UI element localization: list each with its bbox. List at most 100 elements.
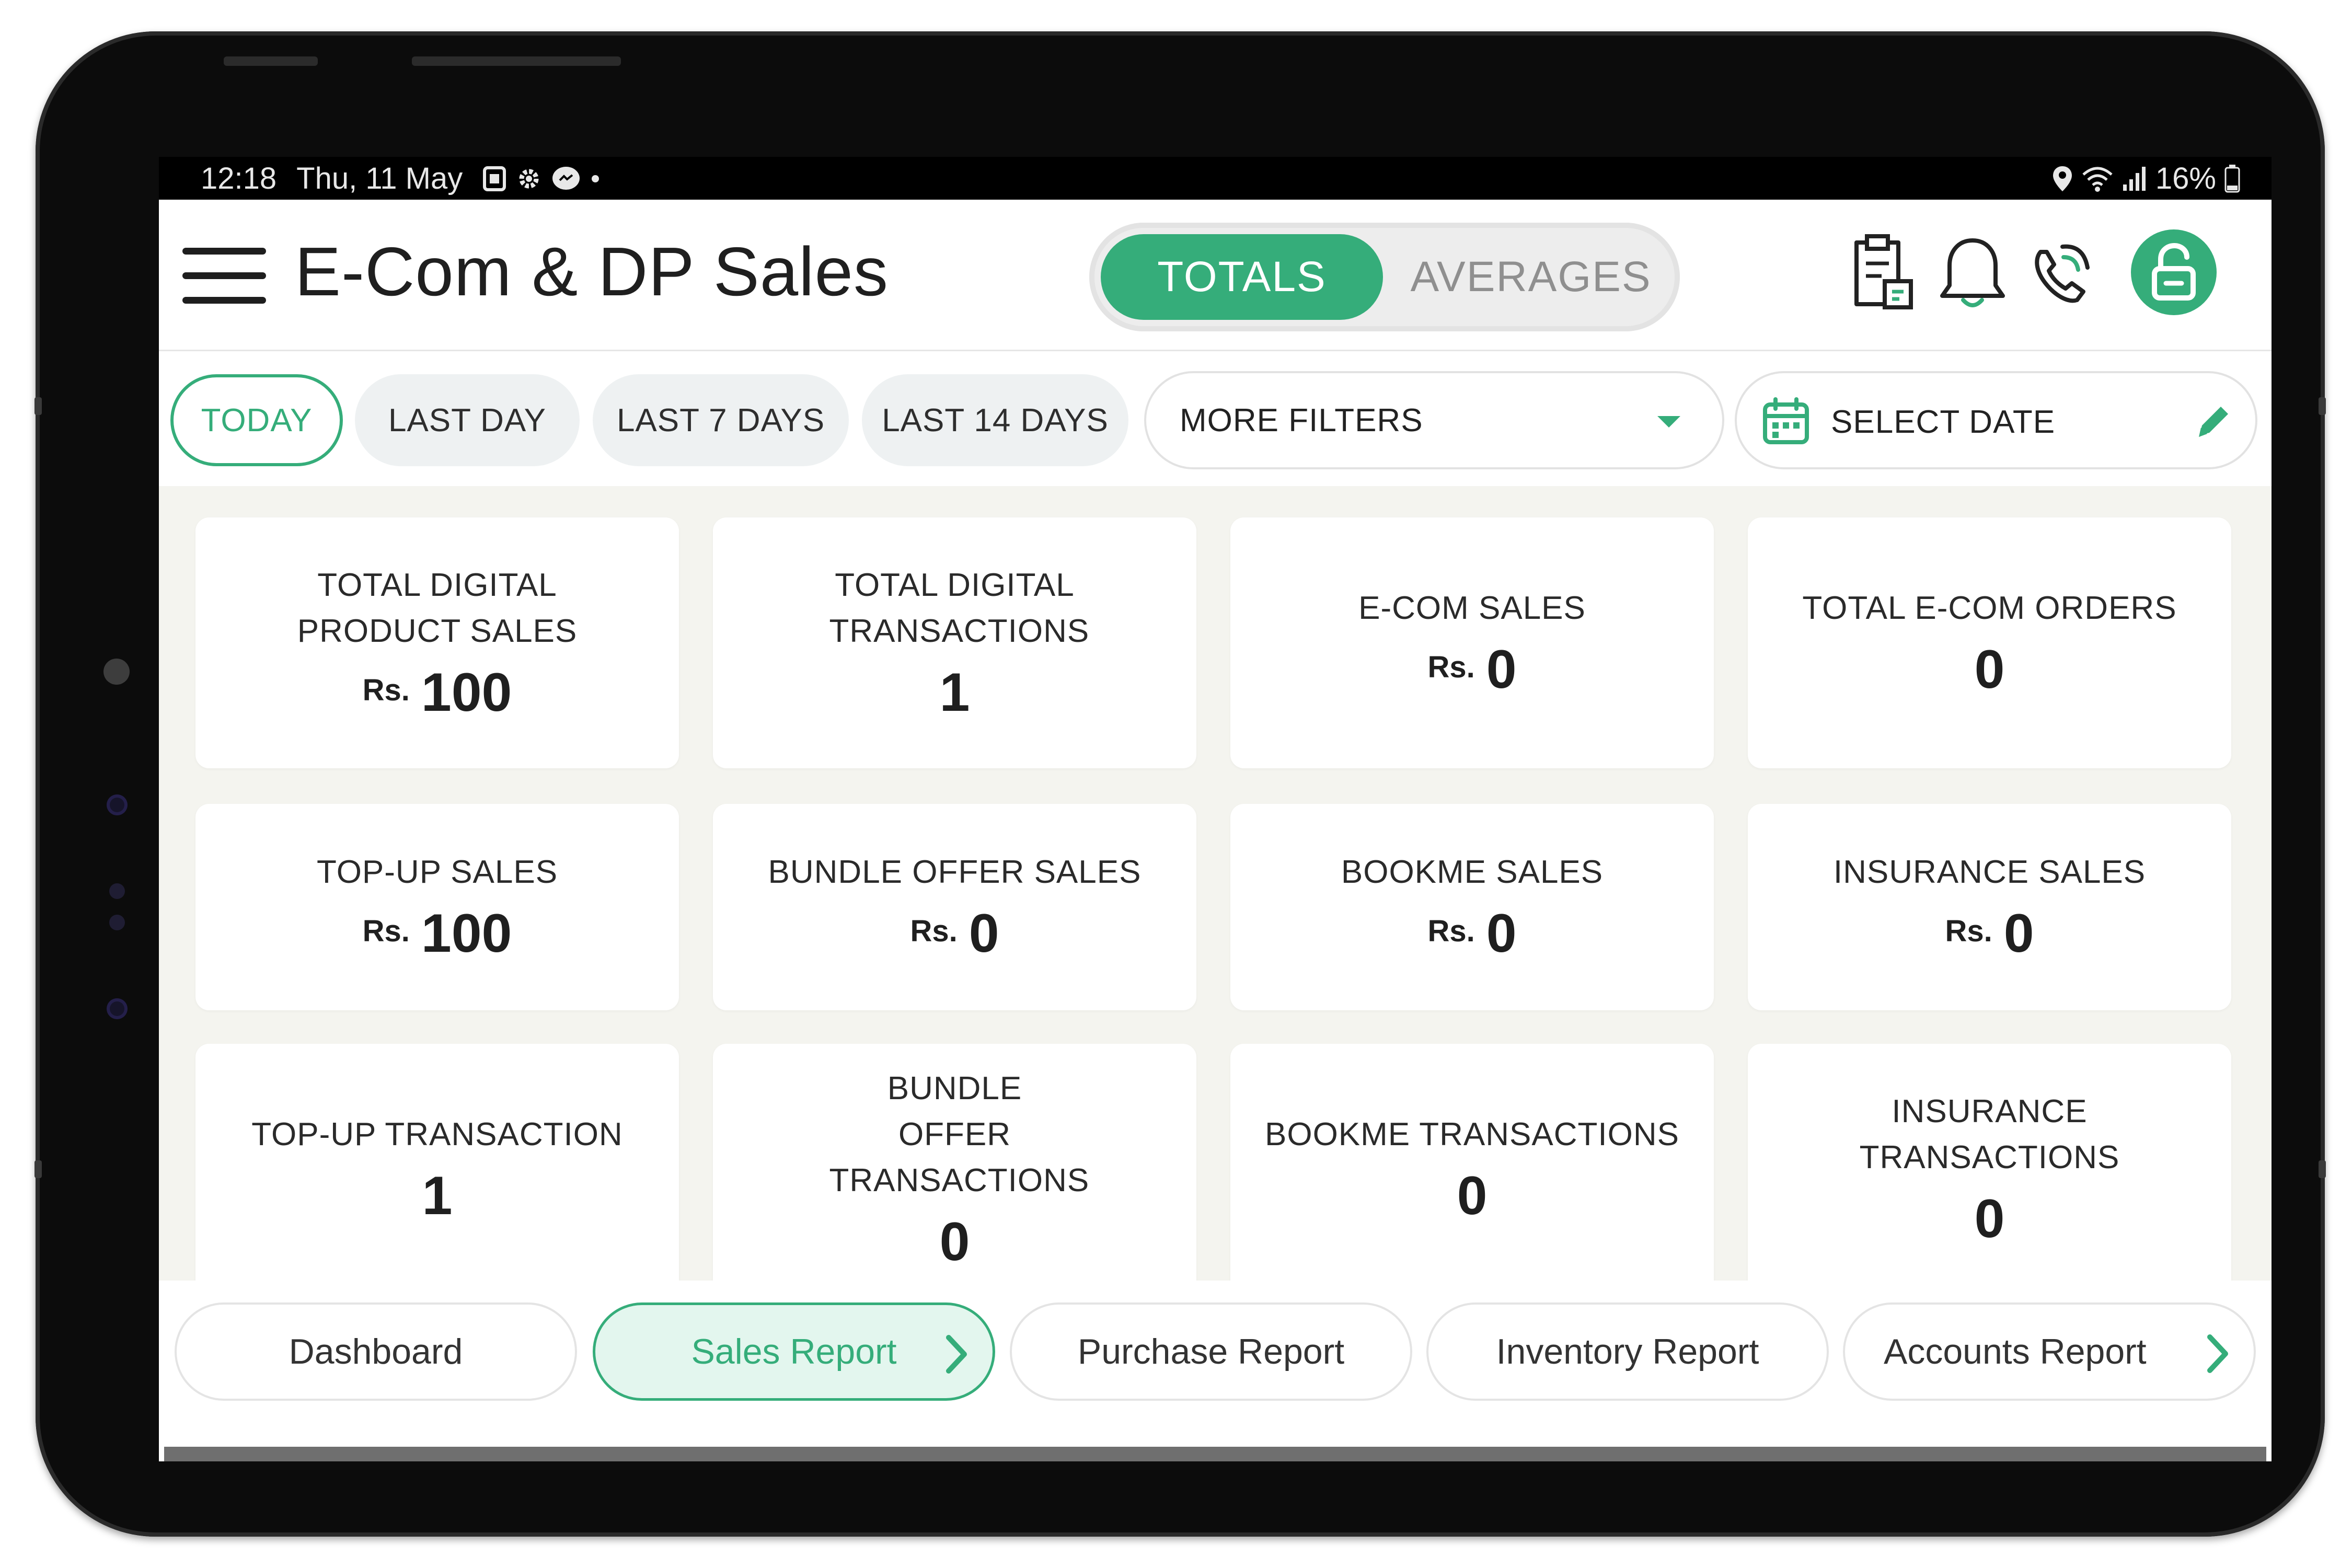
nav-inventory-report[interactable]: Inventory Report: [1426, 1302, 1829, 1401]
bottom-bar: [164, 1447, 2266, 1461]
hardware-button: [224, 56, 318, 66]
card-currency: Rs.: [1427, 650, 1475, 684]
side-notch: [2319, 397, 2326, 415]
nav-label: Inventory Report: [1496, 1332, 1759, 1371]
nav-accounts-report[interactable]: Accounts Report: [1843, 1302, 2256, 1401]
card-title: BOOKME TRANSACTIONS: [1265, 1116, 1679, 1152]
card-title: TOP-UP TRANSACTION: [251, 1116, 623, 1152]
toggle-averages[interactable]: AVERAGES: [1392, 234, 1669, 320]
card-currency: Rs.: [1945, 914, 1992, 948]
card-title: INSURANCE TRANSACTIONS: [1859, 1093, 2120, 1175]
card-currency: Rs.: [362, 673, 410, 707]
messenger-icon: [552, 166, 580, 190]
nav-label: Sales Report: [691, 1332, 897, 1371]
card-bookme-transactions[interactable]: BOOKME TRANSACTIONS 0: [1230, 1044, 1714, 1295]
wifi-icon: [2082, 167, 2113, 192]
calendar-icon: [1763, 397, 1809, 444]
card-insurance-sales[interactable]: INSURANCE SALES Rs. 0: [1748, 804, 2231, 1010]
chevron-right-icon[interactable]: [2199, 1332, 2236, 1376]
tablet-frame: 12:18 Thu, 11 May 16% E-Com & DP Sales T…: [34, 31, 2326, 1537]
card-value: 0: [939, 1211, 970, 1272]
pencil-icon[interactable]: [2193, 400, 2234, 442]
filter-last-day[interactable]: LAST DAY: [355, 374, 580, 466]
signal-icon: [2123, 166, 2146, 191]
camera-lens: [103, 659, 130, 685]
card-title: BUNDLE OFFER SALES: [768, 854, 1142, 890]
card-title: BUNDLE OFFER TRANSACTIONS: [829, 1070, 1090, 1198]
sensor: [107, 794, 128, 815]
hardware-button: [412, 56, 621, 66]
sensor: [109, 883, 125, 899]
card-value: 0: [1457, 1165, 1488, 1226]
metrics-grid: TOTAL DIGITAL PRODUCT SALES Rs. 100 TOTAL…: [159, 486, 2272, 1295]
side-notch: [34, 1160, 42, 1178]
location-icon: [2053, 166, 2072, 191]
bottom-nav: Dashboard Sales Report Purchase Report I…: [159, 1281, 2272, 1422]
card-bundle-offer-transactions[interactable]: BUNDLE OFFER TRANSACTIONS 0: [713, 1044, 1196, 1295]
caret-down-icon: [1657, 416, 1680, 428]
app-screen: 12:18 Thu, 11 May 16% E-Com & DP Sales T…: [159, 157, 2272, 1461]
menu-icon[interactable]: [182, 245, 269, 307]
card-total-e-com-orders[interactable]: TOTAL E-COM ORDERS 0: [1748, 517, 2231, 768]
card-title: TOP-UP SALES: [316, 854, 558, 890]
nav-purchase-report[interactable]: Purchase Report: [1010, 1302, 1412, 1401]
more-filters-dropdown[interactable]: MORE FILTERS: [1144, 371, 1724, 469]
card-currency: Rs.: [1427, 914, 1475, 948]
card-total-digital-product-sales[interactable]: TOTAL DIGITAL PRODUCT SALES Rs. 100: [195, 517, 679, 768]
card-title: TOTAL DIGITAL PRODUCT SALES: [297, 567, 578, 649]
card-title: BOOKME SALES: [1341, 854, 1604, 890]
status-date: Thu, 11 May: [296, 162, 463, 195]
card-value: 100: [421, 662, 512, 723]
chevron-right-icon: [946, 1335, 967, 1374]
card-title: INSURANCE SALES: [1833, 854, 2146, 890]
select-date-label: SELECT DATE: [1831, 404, 2056, 440]
card-value: 1: [939, 662, 970, 723]
side-notch: [34, 397, 42, 415]
status-bar: 12:18 Thu, 11 May 16%: [159, 157, 2272, 200]
unlock-icon[interactable]: [2129, 228, 2218, 317]
card-title: TOTAL DIGITAL TRANSACTIONS: [829, 567, 1090, 649]
card-currency: Rs.: [362, 914, 410, 948]
sensor: [107, 998, 128, 1019]
card-title: TOTAL E-COM ORDERS: [1802, 590, 2177, 626]
side-notch: [2319, 1160, 2326, 1178]
card-bundle-offer-sales[interactable]: BUNDLE OFFER SALES Rs. 0: [713, 804, 1196, 1010]
settings-icon: [519, 169, 539, 188]
bell-icon[interactable]: [1931, 231, 2014, 315]
card-bookme-sales[interactable]: BOOKME SALES Rs. 0: [1230, 804, 1714, 1010]
card-insurance-transactions[interactable]: INSURANCE TRANSACTIONS 0: [1748, 1044, 2231, 1295]
card-value: 0: [1486, 903, 1517, 964]
nav-label: Dashboard: [289, 1332, 463, 1371]
nav-dashboard[interactable]: Dashboard: [175, 1302, 577, 1401]
toggle-totals[interactable]: TOTALS: [1101, 234, 1383, 320]
filter-last-14-days[interactable]: LAST 14 DAYS: [862, 374, 1128, 466]
filter-today[interactable]: TODAY: [170, 374, 343, 466]
card-value: 0: [2003, 903, 2034, 964]
card-total-digital-transactions[interactable]: TOTAL DIGITAL TRANSACTIONS 1: [713, 517, 1196, 768]
card-top-up-sales[interactable]: TOP-UP SALES Rs. 100: [195, 804, 679, 1010]
report-icon[interactable]: [1842, 231, 1926, 315]
more-filters-label: MORE FILTERS: [1180, 402, 1423, 439]
filter-bar: TODAY LAST DAY LAST 7 DAYS LAST 14 DAYS …: [159, 351, 2272, 486]
card-value: 0: [1974, 639, 2005, 700]
totals-averages-toggle: TOTALS AVERAGES: [1089, 223, 1680, 331]
sensor: [109, 915, 125, 930]
card-value: 1: [422, 1165, 453, 1226]
battery-percent: 16%: [2155, 162, 2216, 195]
battery-icon: [2224, 164, 2240, 192]
support-phone-icon[interactable]: [2020, 231, 2103, 315]
card-title: E-COM SALES: [1358, 590, 1586, 626]
filter-last-7-days[interactable]: LAST 7 DAYS: [593, 374, 849, 466]
status-time: 12:18: [201, 162, 277, 195]
card-value: 0: [969, 903, 999, 964]
card-value: 100: [421, 903, 512, 964]
card-e-com-sales[interactable]: E-COM SALES Rs. 0: [1230, 517, 1714, 768]
nav-sales-report[interactable]: Sales Report: [593, 1302, 995, 1401]
dot-icon: [592, 175, 599, 182]
card-top-up-transaction[interactable]: TOP-UP TRANSACTION 1: [195, 1044, 679, 1295]
card-value: 0: [1486, 639, 1517, 700]
card-currency: Rs.: [910, 914, 958, 948]
nav-label: Accounts Report: [1884, 1332, 2147, 1371]
page-title: E-Com & DP Sales: [295, 233, 889, 310]
select-date-field[interactable]: SELECT DATE: [1735, 371, 2257, 469]
